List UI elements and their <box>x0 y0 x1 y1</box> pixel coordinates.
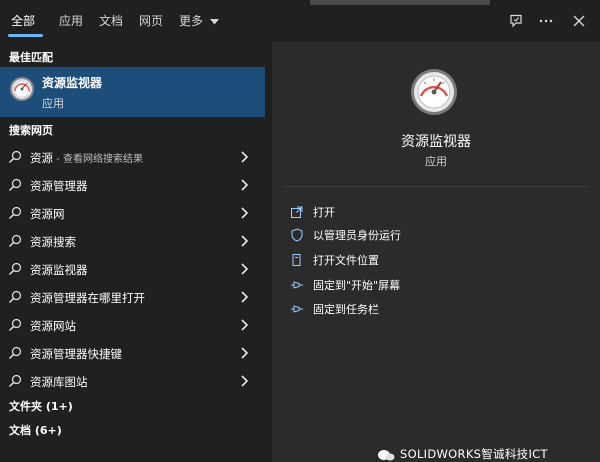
watermark-logo-icon <box>378 450 395 461</box>
divider <box>284 186 588 187</box>
open-icon <box>291 206 303 218</box>
pin-icon <box>291 281 303 289</box>
detail-app-name: 资源监视器 <box>401 134 471 150</box>
web-search-item-text: 资源库图站 <box>30 375 88 389</box>
web-search-item[interactable]: 资源管理器 <box>0 172 265 200</box>
close-icon[interactable] <box>568 10 590 32</box>
folders-heading[interactable]: 文件夹 (1+) <box>9 398 73 414</box>
web-search-item-label: 资源管理器在哪里打开 <box>30 290 145 306</box>
web-search-item[interactable]: 资源管理器快捷键 <box>0 340 265 368</box>
tab-all[interactable]: 全部 <box>11 12 35 29</box>
action-label: 打开 <box>313 206 335 219</box>
web-search-item-label: 资源管理器快捷键 <box>30 346 122 362</box>
best-match-heading: 最佳匹配 <box>9 51 53 64</box>
action-label: 打开文件位置 <box>313 254 379 267</box>
best-match-result[interactable]: 资源监视器 应用 <box>0 67 265 117</box>
action-open-file-location[interactable]: 打开文件位置 <box>272 250 600 272</box>
best-match-name: 资源监视器 <box>42 76 103 90</box>
resource-monitor-icon <box>411 69 457 115</box>
action-open[interactable]: 打开 <box>272 202 600 224</box>
tab-web[interactable]: 网页 <box>139 12 163 29</box>
results-panel: 最佳匹配 资源监视器 应用 搜索网页 资源 - 查看网络搜索结果 资源管理器 资源网… <box>0 42 265 462</box>
action-label: 固定到任务栏 <box>313 303 379 316</box>
web-search-item-text: 资源管理器快捷键 <box>30 347 122 361</box>
web-search-item-label: 资源库图站 <box>30 374 88 390</box>
search-icon <box>9 374 22 387</box>
search-icon <box>9 206 22 219</box>
action-run-as-admin[interactable]: 以管理员身份运行 <box>272 225 600 247</box>
tab-more-label: 更多 <box>179 14 204 28</box>
web-search-item[interactable]: 资源网 <box>0 200 265 228</box>
web-search-item-label: 资源监视器 <box>30 262 88 278</box>
chevron-right-icon[interactable] <box>238 205 250 221</box>
search-icon <box>9 346 22 359</box>
feedback-icon[interactable] <box>505 10 527 32</box>
web-search-item[interactable]: 资源 - 查看网络搜索结果 <box>0 144 265 172</box>
action-pin-to-start[interactable]: 固定到"开始"屏幕 <box>272 275 600 297</box>
search-icon <box>9 262 22 275</box>
active-tab-indicator <box>8 34 43 37</box>
web-search-item-text: 资源网站 <box>30 319 76 333</box>
shield-icon <box>291 228 303 242</box>
watermark-text: SOLIDWORKS智诚科技ICT <box>400 447 548 461</box>
action-label: 以管理员身份运行 <box>313 229 401 242</box>
web-search-item-text: 资源管理器在哪里打开 <box>30 291 145 305</box>
web-search-item[interactable]: 资源网站 <box>0 312 265 340</box>
web-search-item-text: 资源网 <box>30 207 65 221</box>
chevron-right-icon[interactable] <box>238 149 250 165</box>
web-search-item-text: 资源管理器 <box>30 179 88 193</box>
web-search-item-suffix: - 查看网络搜索结果 <box>53 154 143 165</box>
web-search-item-text: 资源 <box>30 151 53 165</box>
web-search-item[interactable]: 资源库图站 <box>0 368 265 396</box>
more-icon[interactable] <box>535 10 557 32</box>
chevron-right-icon[interactable] <box>238 289 250 305</box>
tab-more[interactable]: 更多 <box>179 12 219 29</box>
tab-documents[interactable]: 文档 <box>99 12 123 29</box>
search-header: 全部 应用 文档 网页 更多 <box>0 0 600 42</box>
chevron-right-icon[interactable] <box>238 317 250 333</box>
chevron-right-icon[interactable] <box>238 373 250 389</box>
web-search-item-label: 资源网站 <box>30 318 76 334</box>
web-search-item[interactable]: 资源监视器 <box>0 256 265 284</box>
detail-panel: 资源监视器 应用 打开 以管理员身份运行 打开文件位置 固定到"开始"屏幕 固定… <box>272 42 600 462</box>
detail-app-type: 应用 <box>425 155 447 168</box>
background-window-strip <box>310 0 490 5</box>
web-search-item-text: 资源监视器 <box>30 263 88 277</box>
tab-apps[interactable]: 应用 <box>59 12 83 29</box>
documents-heading[interactable]: 文档 (6+) <box>9 422 62 438</box>
search-icon <box>9 234 22 247</box>
search-icon <box>9 318 22 331</box>
web-search-item-text: 资源搜索 <box>30 235 76 249</box>
web-search-item-label: 资源网 <box>30 206 65 222</box>
action-label: 固定到"开始"屏幕 <box>313 279 401 292</box>
web-search-item-label: 资源 - 查看网络搜索结果 <box>30 150 143 166</box>
web-search-item[interactable]: 资源搜索 <box>0 228 265 256</box>
web-search-item[interactable]: 资源管理器在哪里打开 <box>0 284 265 312</box>
resource-monitor-icon <box>10 77 34 101</box>
web-search-heading: 搜索网页 <box>9 124 53 137</box>
web-search-item-label: 资源搜索 <box>30 234 76 250</box>
search-icon <box>9 150 22 163</box>
web-search-item-label: 资源管理器 <box>30 178 88 194</box>
chevron-right-icon[interactable] <box>238 345 250 361</box>
search-icon <box>9 178 22 191</box>
chevron-right-icon[interactable] <box>238 261 250 277</box>
search-icon <box>9 290 22 303</box>
caret-down-icon <box>209 18 219 24</box>
chevron-right-icon[interactable] <box>238 177 250 193</box>
best-match-type: 应用 <box>42 97 64 110</box>
action-pin-to-taskbar[interactable]: 固定到任务栏 <box>272 299 600 321</box>
folder-location-icon <box>292 254 301 266</box>
chevron-right-icon[interactable] <box>238 233 250 249</box>
pin-icon <box>291 305 303 313</box>
